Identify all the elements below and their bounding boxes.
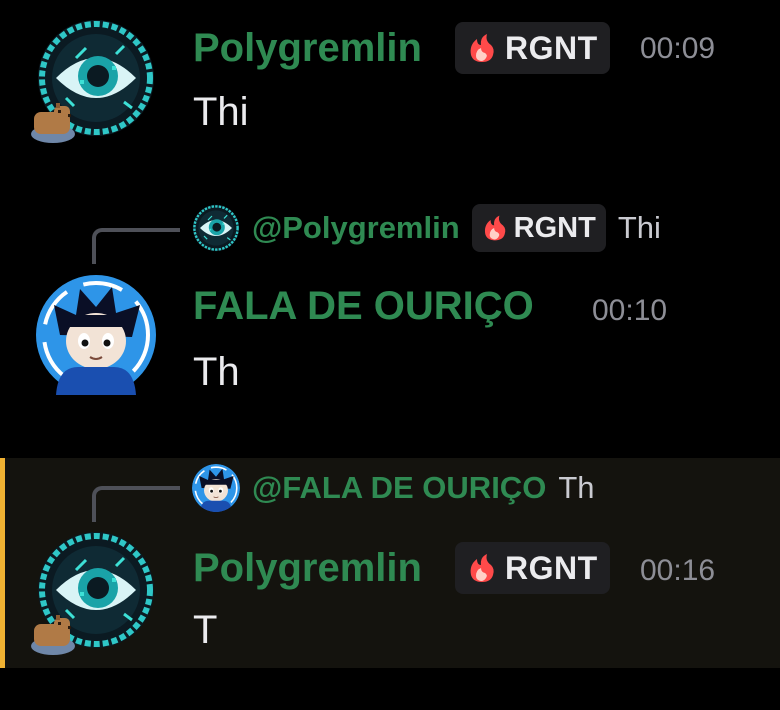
message-content: Thi — [193, 90, 249, 134]
reply-content: Th — [558, 470, 595, 505]
flame-icon — [480, 213, 510, 243]
reply-content: Thi — [617, 210, 661, 245]
message-highlighted[interactable]: @FALA DE OURIÇO Th Polygremlin RGNT 00:1… — [0, 458, 780, 668]
reply-author[interactable]: @FALA DE OURIÇO — [252, 470, 546, 506]
role-tag[interactable]: RGNT — [455, 542, 610, 594]
flame-icon — [465, 31, 499, 65]
message-author[interactable]: Polygremlin — [193, 26, 422, 71]
message-timestamp: 00:10 — [592, 294, 668, 327]
message-content: T — [193, 608, 218, 652]
reply-role-tag-label: RGNT — [513, 211, 596, 244]
capybara-decoration-icon — [28, 100, 78, 144]
chat-log: Polygremlin RGNT 00:09 Thi @Polygremlin … — [0, 0, 780, 710]
avatar[interactable] — [36, 18, 156, 138]
role-tag[interactable]: RGNT — [455, 22, 610, 74]
reply-author[interactable]: @Polygremlin — [252, 210, 460, 246]
reply-connector — [92, 486, 180, 522]
reply-preview[interactable]: @Polygremlin RGNT Thi — [192, 202, 661, 254]
message-author[interactable]: Polygremlin — [193, 546, 422, 591]
message-timestamp: 00:09 — [640, 32, 716, 65]
reply-connector — [92, 228, 180, 264]
message[interactable]: Polygremlin RGNT 00:09 Thi — [0, 0, 780, 160]
capybara-decoration-icon — [28, 612, 78, 656]
avatar[interactable] — [36, 275, 156, 395]
message[interactable]: @Polygremlin RGNT Thi FALA DE OURIÇO 00:… — [0, 190, 780, 430]
flame-icon — [465, 551, 499, 585]
reply-role-tag: RGNT — [471, 204, 606, 252]
avatar[interactable] — [36, 530, 156, 650]
message-timestamp: 00:16 — [640, 554, 716, 587]
message-content: Th — [193, 350, 240, 394]
reply-preview[interactable]: @FALA DE OURIÇO Th — [192, 462, 595, 514]
reply-avatar — [192, 204, 240, 252]
reply-avatar — [192, 464, 240, 512]
message-author[interactable]: FALA DE OURIÇO — [193, 284, 534, 329]
role-tag-label: RGNT — [505, 29, 598, 66]
role-tag-label: RGNT — [505, 549, 598, 586]
